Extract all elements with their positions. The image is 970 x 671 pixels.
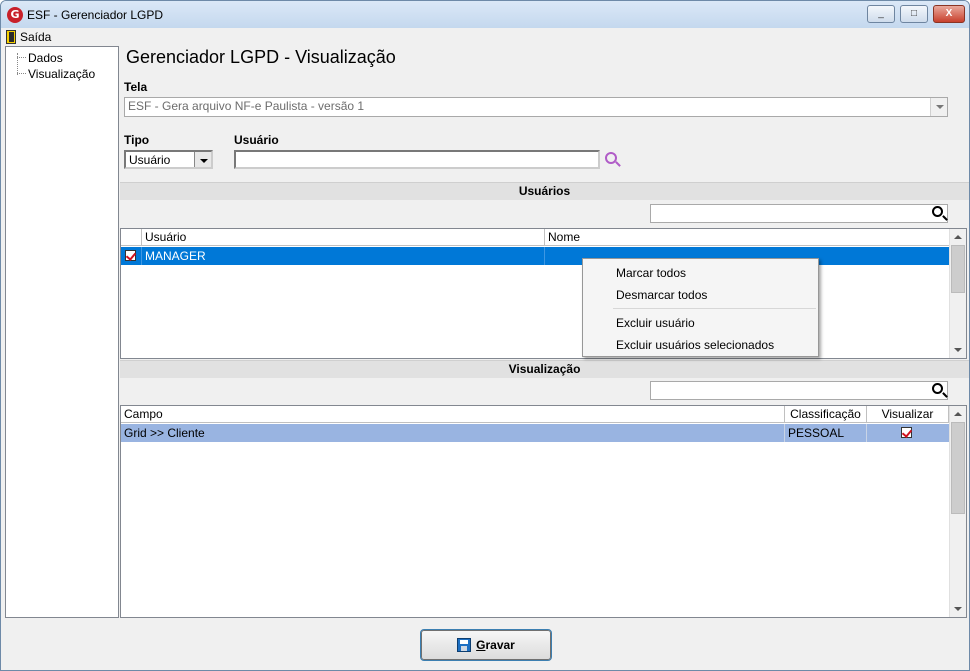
tree-connector (17, 57, 26, 58)
save-button[interactable]: Gravar (420, 629, 552, 661)
checked-checkbox-icon[interactable] (901, 427, 912, 438)
usuario-input[interactable] (234, 150, 600, 169)
visualizacao-search-input[interactable] (650, 381, 948, 400)
menu-item-exit[interactable]: Saída (6, 28, 51, 45)
tela-select[interactable]: ESF - Gera arquivo NF-e Paulista - versã… (124, 97, 948, 117)
menu-item-desmarcar-todos[interactable]: Desmarcar todos (616, 288, 707, 302)
save-disk-icon (457, 638, 472, 652)
cell-classificacao: PESSOAL (785, 424, 867, 442)
search-user-icon[interactable] (605, 152, 617, 164)
menu-item-excluir-selecionados[interactable]: Excluir usuários selecionados (616, 338, 774, 352)
chevron-down-icon[interactable] (194, 152, 211, 167)
tree-item-dados[interactable]: Dados (28, 51, 63, 65)
grid-header-usuario[interactable]: Usuário (142, 229, 545, 246)
table-row[interactable]: MANAGER (121, 247, 949, 265)
row-checkbox-cell[interactable] (121, 247, 142, 265)
visualizacao-grid: Campo Classificação Visualizar Grid >> C… (120, 405, 967, 618)
grid-header-classificacao[interactable]: Classificação (785, 406, 867, 423)
context-menu: Marcar todos Desmarcar todos Excluir usu… (582, 258, 819, 357)
minimize-button[interactable]: _ (867, 5, 895, 23)
menu-item-exit-label: Saída (20, 29, 52, 44)
usuario-label: Usuário (234, 133, 279, 147)
usuarios-section-header: Usuários (120, 182, 969, 200)
exit-door-icon (6, 29, 16, 44)
grid-header-visualizar[interactable]: Visualizar (867, 406, 949, 423)
menu-separator (613, 308, 816, 309)
cell-usuario: MANAGER (142, 247, 545, 265)
usuarios-scrollbar[interactable] (949, 229, 966, 358)
page-title: Gerenciador LGPD - Visualização (126, 47, 396, 67)
grid-header-check (121, 229, 142, 246)
tree-item-visualizacao[interactable]: Visualização (28, 67, 95, 81)
window-title: ESF - Gerenciador LGPD (27, 8, 164, 22)
navigation-tree: Dados Visualização (5, 46, 119, 618)
menu-item-excluir-usuario[interactable]: Excluir usuário (616, 316, 695, 330)
cell-visualizar[interactable] (867, 424, 949, 442)
usuarios-search-input[interactable] (650, 204, 948, 223)
scroll-up-icon[interactable] (954, 235, 962, 239)
close-button[interactable]: X (933, 5, 965, 23)
table-row[interactable]: Grid >> Cliente PESSOAL (121, 424, 949, 442)
tipo-select[interactable]: Usuário (124, 150, 213, 169)
tela-label: Tela (124, 80, 148, 94)
title-bar[interactable]: G ESF - Gerenciador LGPD _ □ X (1, 1, 969, 29)
scroll-up-icon[interactable] (954, 412, 962, 416)
checked-checkbox-icon[interactable] (125, 250, 136, 261)
tipo-select-value: Usuário (129, 153, 171, 167)
scroll-thumb[interactable] (951, 422, 965, 514)
tipo-label: Tipo (124, 133, 150, 147)
scroll-thumb[interactable] (951, 245, 965, 293)
cell-campo: Grid >> Cliente (121, 424, 785, 442)
menu-item-marcar-todos[interactable]: Marcar todos (616, 266, 686, 280)
tela-select-value: ESF - Gera arquivo NF-e Paulista - versã… (128, 99, 365, 113)
menu-bar: Saída (1, 28, 969, 45)
main-window: G ESF - Gerenciador LGPD _ □ X Saída Dad… (0, 0, 970, 671)
usuarios-grid: Usuário Nome MANAGER (120, 228, 967, 359)
grid-header-nome[interactable]: Nome (545, 229, 951, 246)
app-logo-icon: G (7, 7, 23, 23)
search-icon[interactable] (932, 206, 943, 217)
visualizacao-section-header: Visualização (120, 360, 969, 378)
chevron-down-icon[interactable] (930, 98, 947, 116)
maximize-button[interactable]: □ (900, 5, 928, 23)
scroll-down-icon[interactable] (954, 348, 962, 352)
save-button-label: Gravar (476, 638, 515, 652)
visualizacao-scrollbar[interactable] (949, 406, 966, 617)
tree-connector (17, 73, 26, 74)
grid-header-campo[interactable]: Campo (121, 406, 785, 423)
scroll-down-icon[interactable] (954, 607, 962, 611)
search-icon[interactable] (932, 383, 943, 394)
